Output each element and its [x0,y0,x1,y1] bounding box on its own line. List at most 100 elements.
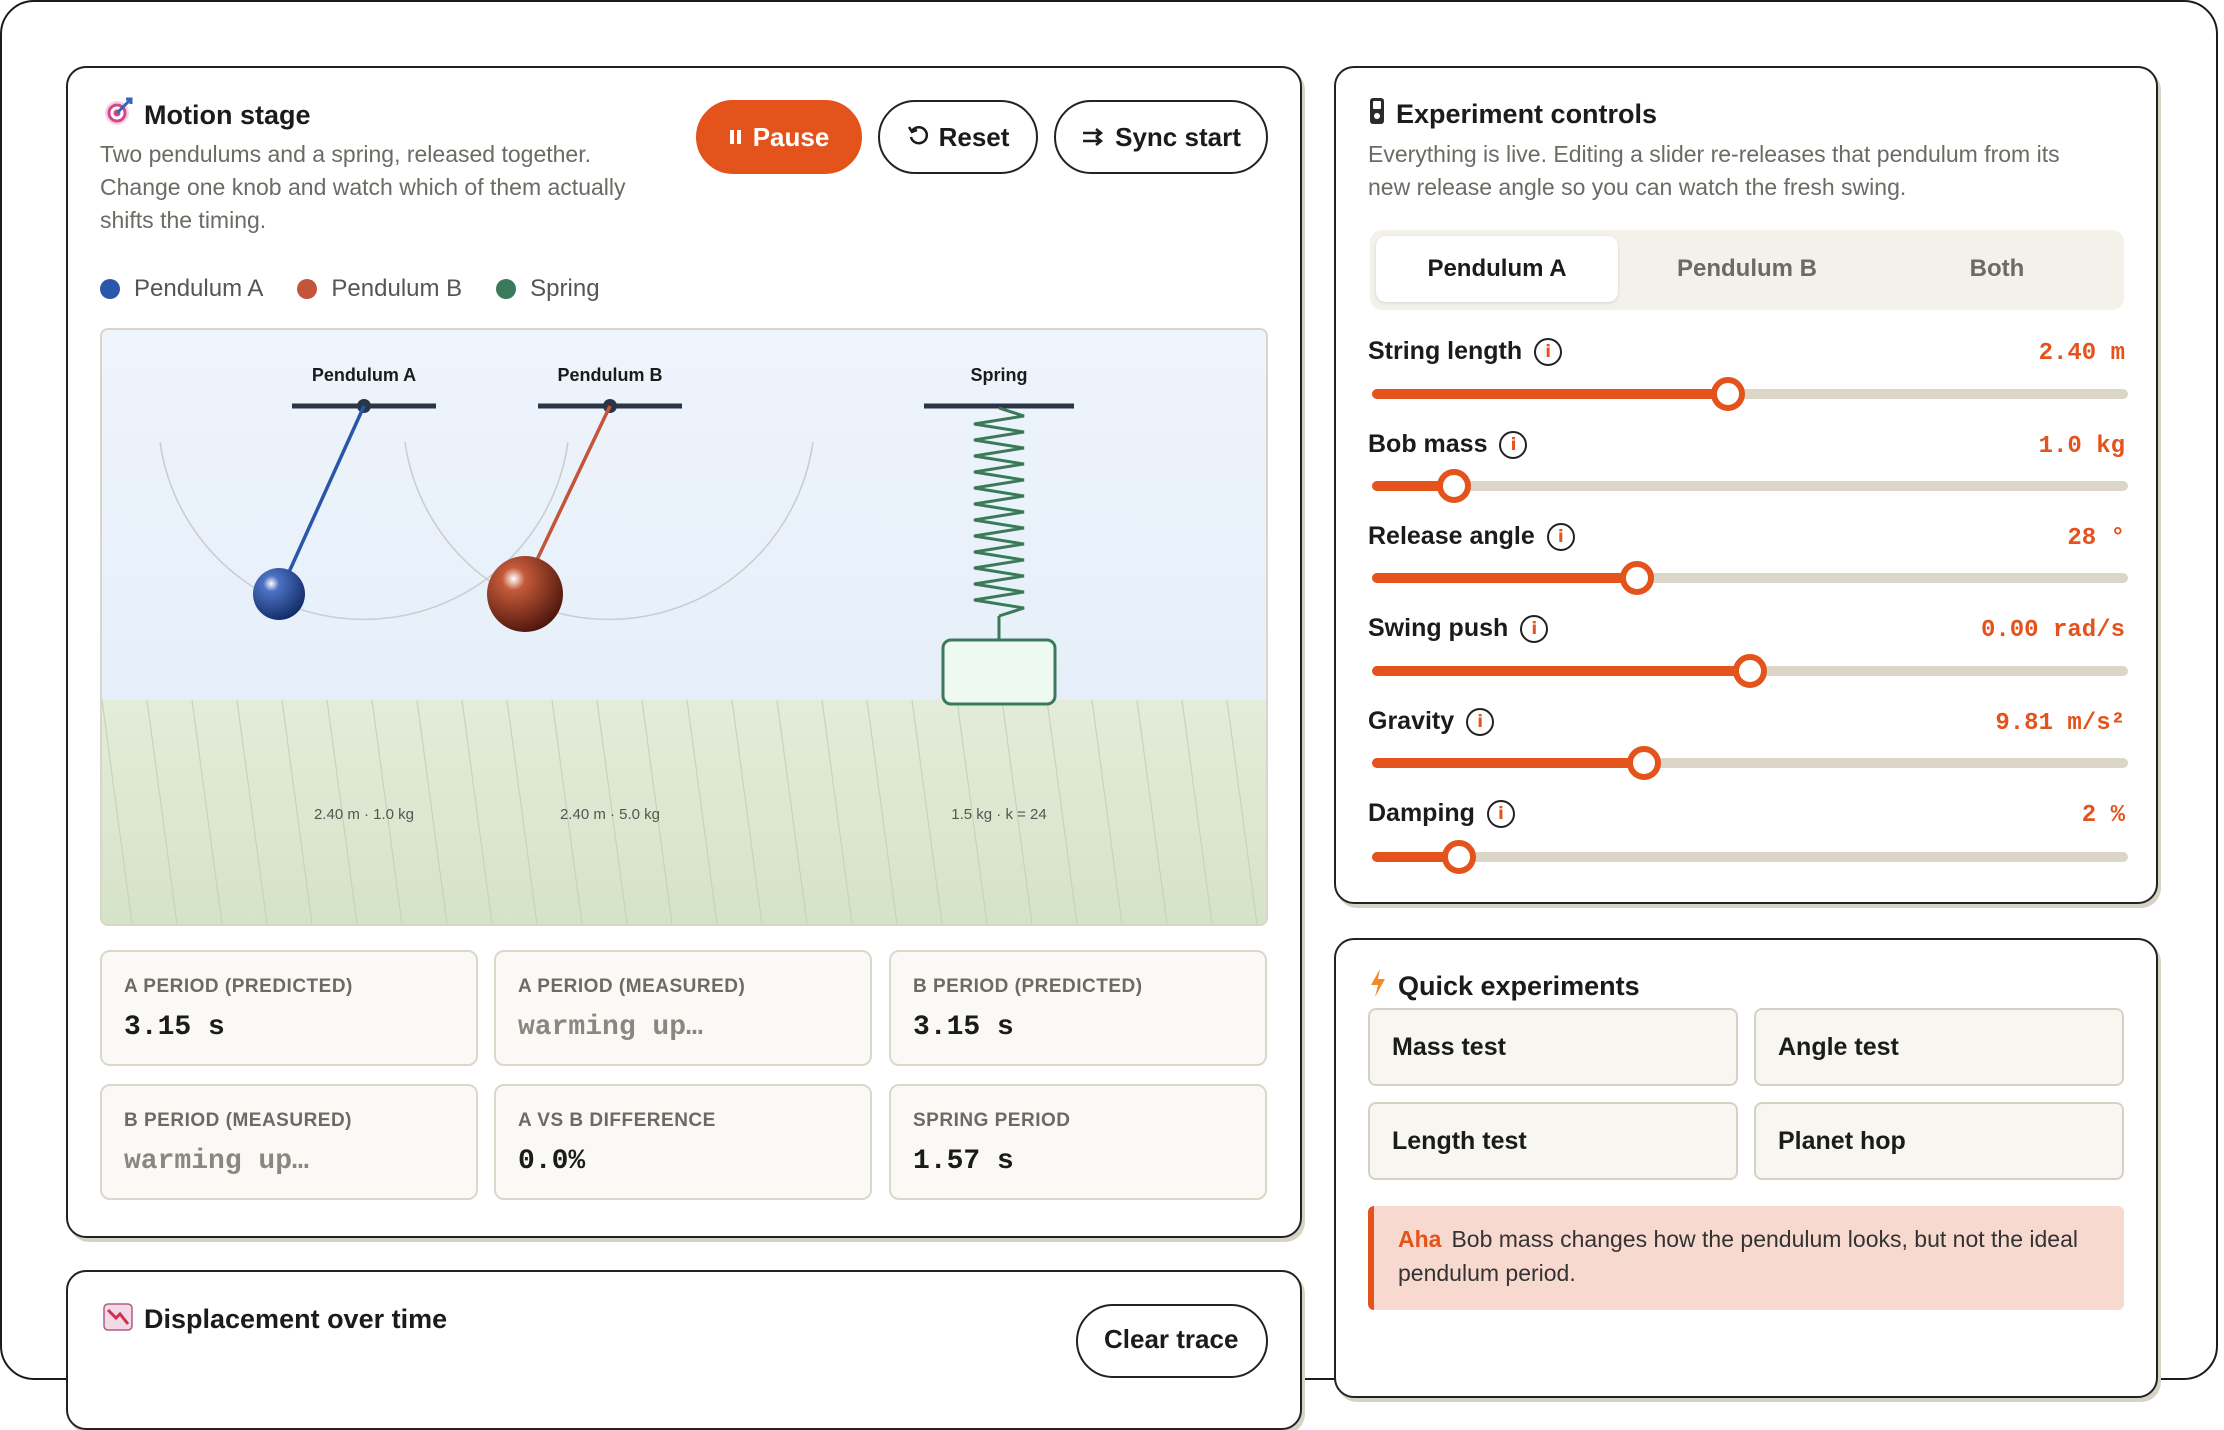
reset-label: Reset [938,121,1010,152]
stage-svg: Pendulum A Pendulum B Spring 2.40 m · 1.… [102,330,1266,924]
chart-decreasing-icon [102,1300,134,1339]
spring-mass[interactable] [941,638,1057,706]
clear-trace-button[interactable]: Clear trace [1076,1304,1268,1378]
stage-legend: Pendulum A Pendulum B Spring [100,275,600,303]
experiment-controls-title: Experiment controls [1368,96,1657,133]
slider-gravity[interactable] [1372,746,2128,780]
pendulum-b-info: 2.40 m · 5.0 kg [560,806,660,823]
stat-label: B PERIOD (PREDICTED) [913,976,1143,997]
slider-label-release-angle: Release angle i [1368,522,1575,551]
slider-bob-mass[interactable] [1372,469,2128,503]
target-icon [102,96,134,135]
slider-value-gravity: 9.81 m/s² [1995,710,2125,737]
tab-pendulum-a[interactable]: Pendulum A [1376,236,1618,302]
slider-value-bob-mass: 1.0 kg [2038,433,2125,460]
controls-subtitle-line: new release angle so you can watch the f… [1368,174,1907,200]
tab-both[interactable]: Both [1876,236,2118,302]
slider-label-text: Damping [1368,799,1475,827]
stat-value: 1.57 s [913,1146,1014,1177]
experiment-controls-subtitle: Everything is live. Editing a slider re-… [1368,138,2128,204]
spring-info: 1.5 kg · k = 24 [951,806,1046,823]
slider-thumb[interactable] [1436,469,1471,503]
slider-fill [1372,666,1750,676]
info-icon[interactable]: i [1499,430,1528,459]
pendulum-b-bob[interactable] [487,556,563,632]
stat-value: warming up… [518,1012,703,1043]
experiment-controls-title-text: Experiment controls [1396,99,1658,129]
stat-a-vs-b-difference: A VS B DIFFERENCE 0.0% [494,1084,872,1200]
pendulum-b-title: Pendulum B [557,365,662,385]
legend-label: Pendulum A [134,275,264,302]
slider-thumb[interactable] [1627,746,1662,780]
pendulum-tabs: Pendulum A Pendulum B Both [1370,230,2124,310]
slider-label-text: Release angle [1368,522,1535,550]
legend-dot [100,279,120,299]
slider-fill [1372,389,1729,399]
tab-pendulum-b[interactable]: Pendulum B [1626,236,1868,302]
legend-item-pendulum-a: Pendulum A [100,275,263,303]
pause-icon [729,122,743,153]
reset-icon [907,122,929,153]
length-test-button[interactable]: Length test [1368,1102,1738,1180]
slider-thumb[interactable] [1441,840,1476,874]
stat-label: A PERIOD (MEASURED) [518,976,746,997]
aha-callout: Aha Bob mass changes how the pendulum loo… [1368,1206,2124,1310]
lightning-icon [1368,968,1388,1005]
stage-sky [102,330,1266,700]
displacement-title: Displacement over time [102,1300,447,1339]
stage-ground [102,700,1266,924]
control-panel-icon [1368,96,1386,133]
slider-fill [1372,758,1645,768]
stat-value: 0.0% [518,1146,586,1177]
pause-button[interactable]: Pause [696,100,862,174]
slider-fill [1372,573,1637,583]
aha-tag: Aha [1398,1226,1442,1252]
slider-thumb[interactable] [1619,561,1654,595]
slider-release-angle[interactable] [1372,561,2128,595]
pendulum-a-info: 2.40 m · 1.0 kg [314,806,414,823]
stat-spring-period: SPRING PERIOD 1.57 s [889,1084,1267,1200]
motion-stage-subtitle: Two pendulums and a spring, released tog… [100,138,700,237]
pendulum-a-bob[interactable] [253,568,305,620]
info-icon[interactable]: i [1534,337,1563,366]
stat-value: 3.15 s [913,1012,1014,1043]
slider-label-text: Swing push [1368,614,1509,642]
slider-value-swing-push: 0.00 rad/s [1980,617,2125,644]
stat-label: B PERIOD (MEASURED) [124,1110,353,1131]
slider-label-text: String length [1368,337,1523,365]
legend-label: Pendulum B [331,275,463,302]
aha-text: Bob mass changes how the pendulum looks,… [1398,1226,2078,1286]
controls-subtitle-line: Everything is live. Editing a slider re-… [1368,141,2060,167]
displacement-title-text: Displacement over time [144,1304,448,1334]
pause-label: Pause [752,121,830,152]
stat-value: warming up… [124,1146,309,1177]
slider-value-string-length: 2.40 m [2038,340,2125,367]
info-icon[interactable]: i [1520,614,1549,643]
clear-trace-label: Clear trace [1104,1324,1239,1354]
slider-label-text: Bob mass [1368,430,1488,458]
legend-item-spring: Spring [496,275,600,303]
slider-label-bob-mass: Bob mass i [1368,430,1528,459]
slider-damping[interactable] [1372,840,2128,874]
reset-button[interactable]: Reset [878,100,1038,174]
stat-value: 3.15 s [124,1012,225,1043]
sync-start-button[interactable]: Sync start [1054,100,1268,174]
stat-label: A VS B DIFFERENCE [518,1110,716,1131]
stat-a-period-predicted: A PERIOD (PREDICTED) 3.15 s [100,950,478,1066]
sync-icon [1081,122,1105,153]
angle-test-button[interactable]: Angle test [1754,1008,2124,1086]
slider-thumb[interactable] [1733,654,1767,688]
motion-subtitle-line: shifts the timing. [100,207,267,233]
mass-test-button[interactable]: Mass test [1368,1008,1738,1086]
slider-string-length[interactable] [1372,377,2128,411]
slider-swing-push[interactable] [1372,654,2128,688]
slider-thumb[interactable] [1711,377,1746,411]
motion-stage-canvas: Pendulum A Pendulum B Spring 2.40 m · 1.… [100,328,1268,926]
spring-title: Spring [971,365,1028,385]
info-icon[interactable]: i [1466,707,1495,736]
info-icon[interactable]: i [1486,799,1515,828]
stat-label: SPRING PERIOD [913,1110,1071,1131]
info-icon[interactable]: i [1546,522,1575,551]
legend-dot [297,279,318,299]
planet-hop-button[interactable]: Planet hop [1754,1102,2124,1180]
